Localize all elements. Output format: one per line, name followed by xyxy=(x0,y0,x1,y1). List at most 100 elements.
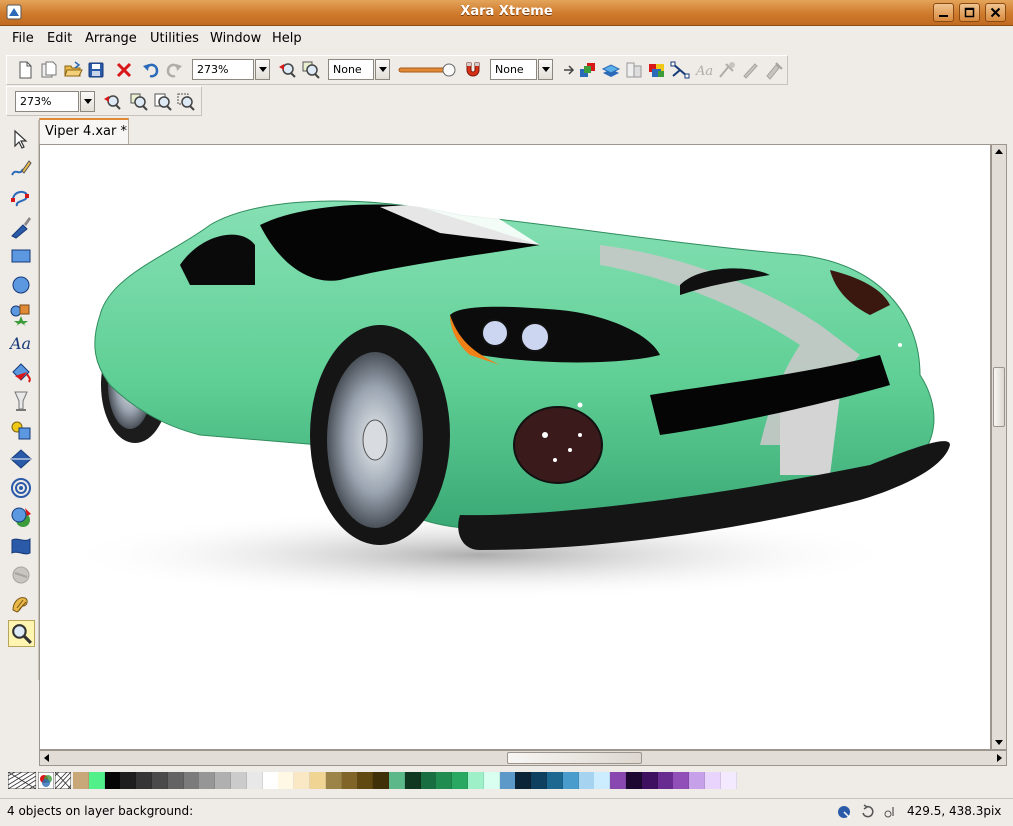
color-swatch[interactable] xyxy=(578,772,595,789)
color-swatch[interactable] xyxy=(136,772,153,789)
transparent-swatch-icon[interactable] xyxy=(55,772,71,789)
color-swatch[interactable] xyxy=(610,772,627,789)
pen-tool-icon[interactable] xyxy=(9,215,33,239)
vertical-scrollbar[interactable] xyxy=(991,144,1007,750)
zoom-tool-button[interactable] xyxy=(8,620,35,647)
color-galleries-icon[interactable] xyxy=(647,60,667,80)
document-tab[interactable]: Viper 4.xar * xyxy=(39,118,129,144)
close-button[interactable] xyxy=(985,3,1006,22)
new-document-icon[interactable] xyxy=(15,60,35,80)
brush-options-icon[interactable] xyxy=(764,60,784,80)
scroll-right-icon[interactable] xyxy=(992,751,1006,765)
title-bar[interactable]: Xara Xtreme xyxy=(0,0,1013,26)
color-swatch[interactable] xyxy=(420,772,437,789)
text-tool-icon[interactable]: Aa xyxy=(9,331,33,355)
layers-icon[interactable] xyxy=(601,60,621,80)
menu-window[interactable]: Window xyxy=(210,31,261,46)
color-swatch[interactable] xyxy=(357,772,374,789)
color-swatch[interactable] xyxy=(705,772,721,789)
undo-icon[interactable] xyxy=(141,60,161,80)
transparency-tool-icon[interactable] xyxy=(9,389,33,413)
scroll-up-icon[interactable] xyxy=(992,145,1006,159)
snap-status-icon[interactable] xyxy=(836,804,852,820)
color-swatch[interactable] xyxy=(373,772,390,789)
arrow-right-icon[interactable] xyxy=(560,60,580,80)
feather-combo[interactable]: None xyxy=(490,59,537,80)
color-swatch[interactable] xyxy=(231,772,247,789)
color-swatch[interactable] xyxy=(531,772,548,789)
color-swatch[interactable] xyxy=(183,772,200,789)
menu-file[interactable]: File xyxy=(12,31,34,46)
color-swatch[interactable] xyxy=(404,772,421,789)
transparency-slider[interactable] xyxy=(397,61,457,79)
color-swatch[interactable] xyxy=(547,772,563,789)
mould-tool-icon[interactable] xyxy=(9,447,33,471)
refresh-status-icon[interactable] xyxy=(860,804,876,820)
color-swatch[interactable] xyxy=(468,772,484,789)
color-swatch[interactable] xyxy=(594,772,611,789)
previous-zoom-icon-2[interactable] xyxy=(102,92,122,112)
shadow-tool-icon[interactable] xyxy=(9,505,33,529)
vertical-scroll-thumb[interactable] xyxy=(993,367,1005,427)
color-swatch[interactable] xyxy=(720,772,737,789)
zoom-to-drawing-icon[interactable] xyxy=(301,60,321,80)
color-swatch[interactable] xyxy=(673,772,690,789)
color-swatch[interactable] xyxy=(689,772,706,789)
color-swatch[interactable] xyxy=(483,772,500,789)
color-swatch[interactable] xyxy=(104,772,121,789)
color-swatch[interactable] xyxy=(246,772,263,789)
color-swatch[interactable] xyxy=(452,772,469,789)
color-swatch[interactable] xyxy=(294,772,311,789)
freehand-tool-icon[interactable] xyxy=(9,157,33,181)
snap-magnet-icon[interactable] xyxy=(463,60,483,80)
line-width-combo[interactable]: None xyxy=(328,59,374,80)
feather-dropdown-arrow[interactable] xyxy=(538,59,553,80)
color-swatch[interactable] xyxy=(120,772,137,789)
color-swatch[interactable] xyxy=(152,772,168,789)
color-swatch[interactable] xyxy=(515,772,532,789)
menu-arrange[interactable]: Arrange xyxy=(85,31,137,46)
minimize-button[interactable] xyxy=(933,3,954,22)
zoom-to-selection-icon[interactable] xyxy=(176,92,196,112)
color-swatch[interactable] xyxy=(88,772,105,789)
line-width-dropdown-arrow[interactable] xyxy=(375,59,390,80)
maximize-button[interactable] xyxy=(959,3,980,22)
color-swatch[interactable] xyxy=(389,772,405,789)
live-effects-tool-icon[interactable] xyxy=(9,563,33,587)
push-tool-icon[interactable] xyxy=(9,592,33,616)
menu-utilities[interactable]: Utilities xyxy=(150,31,199,46)
node-edit-icon[interactable] xyxy=(670,60,690,80)
color-swatch[interactable] xyxy=(436,772,453,789)
color-swatch[interactable] xyxy=(499,772,516,789)
no-color-icon[interactable] xyxy=(8,772,36,789)
save-icon[interactable] xyxy=(86,60,106,80)
color-swatch[interactable] xyxy=(341,772,358,789)
color-swatch[interactable] xyxy=(199,772,216,789)
color-swatch[interactable] xyxy=(325,772,342,789)
pen-pressure-icon[interactable] xyxy=(740,60,760,80)
redo-icon[interactable] xyxy=(164,60,184,80)
bring-to-front-icon[interactable] xyxy=(578,60,598,80)
rectangle-tool-icon[interactable] xyxy=(9,244,33,268)
color-swatch[interactable] xyxy=(167,772,184,789)
horizontal-scrollbar[interactable] xyxy=(39,750,1007,766)
zoom-dropdown-arrow-2[interactable] xyxy=(80,91,95,112)
color-swatch[interactable] xyxy=(310,772,326,789)
color-swatch[interactable] xyxy=(641,772,658,789)
ellipse-tool-icon[interactable] xyxy=(9,273,33,297)
zoom-to-page-icon[interactable] xyxy=(153,92,173,112)
scroll-left-icon[interactable] xyxy=(40,751,54,765)
color-swatch[interactable] xyxy=(73,772,89,789)
menu-help[interactable]: Help xyxy=(272,31,302,46)
new-template-icon[interactable] xyxy=(39,60,59,80)
color-swatch[interactable] xyxy=(278,772,295,789)
drawing-canvas[interactable] xyxy=(39,144,991,750)
quickshape-tool-icon[interactable] xyxy=(9,302,33,326)
color-swatch[interactable] xyxy=(215,772,232,789)
zoom-combo-2[interactable]: 273% xyxy=(15,91,79,112)
contour-tool-icon[interactable] xyxy=(9,476,33,500)
zoom-to-drawing-icon-2[interactable] xyxy=(129,92,149,112)
bevel-tool-icon[interactable] xyxy=(9,534,33,558)
fill-tool-icon[interactable] xyxy=(9,360,33,384)
color-swatch[interactable] xyxy=(262,772,279,789)
